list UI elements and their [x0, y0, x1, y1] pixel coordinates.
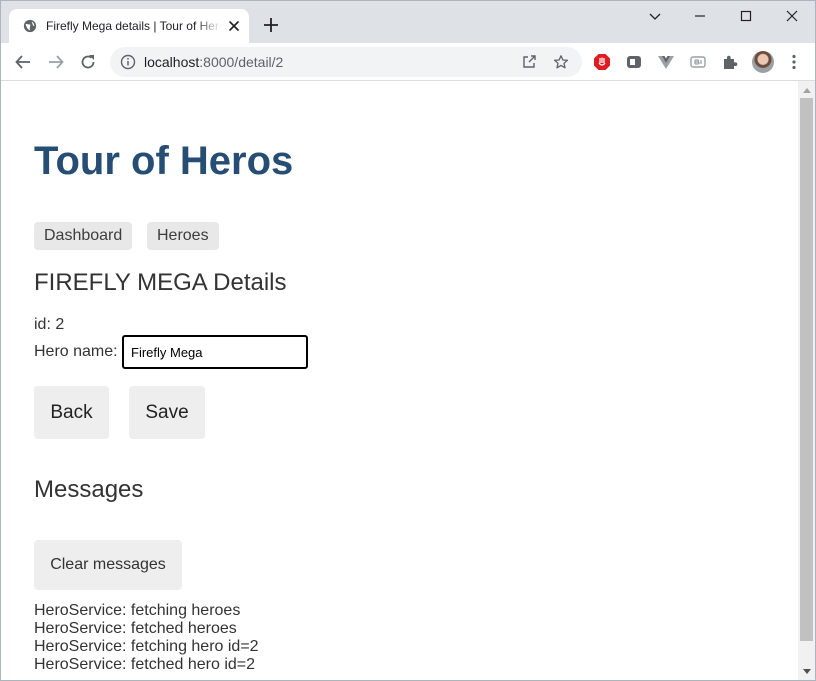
- nav-dashboard-link[interactable]: Dashboard: [34, 222, 133, 250]
- extension-icon[interactable]: [623, 51, 645, 73]
- window-close-icon[interactable]: [769, 1, 815, 31]
- address-bar[interactable]: localhost:8000/detail/2: [110, 47, 582, 77]
- info-icon[interactable]: [120, 54, 136, 70]
- message-item: HeroService: fetching heroes: [34, 602, 241, 619]
- plus-icon[interactable]: [262, 16, 280, 34]
- menu-dots-icon[interactable]: [783, 51, 805, 73]
- vue-devtools-icon[interactable]: [655, 51, 677, 73]
- back-arrow-icon[interactable]: [12, 51, 34, 73]
- forward-arrow-icon[interactable]: [45, 51, 67, 73]
- profile-avatar[interactable]: [752, 51, 774, 73]
- messages-list: HeroService: fetching heroes HeroService…: [34, 602, 259, 674]
- scroll-up-arrow-icon[interactable]: [798, 81, 815, 98]
- active-tab[interactable]: Firefly Mega details | Tour of Heros: [9, 9, 249, 43]
- page-viewport: Tour of Heros Dashboard Heroes FIREFLY M…: [1, 81, 798, 680]
- stop-extension-icon[interactable]: [591, 51, 613, 73]
- message-item: HeroService: fetching hero id=2: [34, 638, 259, 655]
- star-icon[interactable]: [553, 54, 569, 70]
- hero-name-label: Hero name:: [34, 343, 118, 360]
- hero-id: id: 2: [34, 316, 65, 333]
- minimize-window-icon[interactable]: [677, 1, 723, 31]
- back-button[interactable]: Back: [34, 386, 109, 439]
- app-title: Tour of Heros: [34, 139, 294, 183]
- globe-icon: [23, 19, 37, 33]
- scrollbar-thumb[interactable]: [800, 98, 813, 641]
- tab-strip: Firefly Mega details | Tour of Heros: [1, 1, 815, 43]
- url-path: :8000/detail/2: [199, 54, 284, 70]
- reload-icon[interactable]: [77, 51, 99, 73]
- scroll-down-arrow-icon[interactable]: [798, 663, 815, 680]
- reader-extension-icon[interactable]: [687, 51, 709, 73]
- save-button[interactable]: Save: [129, 386, 205, 439]
- vertical-scrollbar[interactable]: [798, 81, 815, 680]
- browser-toolbar: localhost:8000/detail/2: [1, 43, 815, 81]
- share-icon[interactable]: [521, 54, 537, 70]
- message-item: HeroService: fetched heroes: [34, 620, 237, 637]
- message-item: HeroService: fetched hero id=2: [34, 656, 256, 673]
- url-host: localhost: [144, 54, 200, 70]
- clear-messages-button[interactable]: Clear messages: [34, 540, 182, 590]
- maximize-icon[interactable]: [723, 1, 769, 31]
- nav-heroes-link[interactable]: Heroes: [147, 222, 219, 250]
- hero-name-input[interactable]: [122, 335, 308, 369]
- messages-heading: Messages: [34, 476, 144, 503]
- browser-window: Firefly Mega details | Tour of Heros loc…: [0, 0, 816, 681]
- puzzle-icon[interactable]: [719, 51, 741, 73]
- hero-details-heading: FIREFLY MEGA Details: [34, 269, 287, 296]
- url-text: localhost:8000/detail/2: [144, 54, 283, 70]
- minimize-icon[interactable]: [632, 1, 678, 31]
- close-icon[interactable]: [227, 19, 241, 33]
- tab-title: Firefly Mega details | Tour of Heros: [46, 19, 221, 33]
